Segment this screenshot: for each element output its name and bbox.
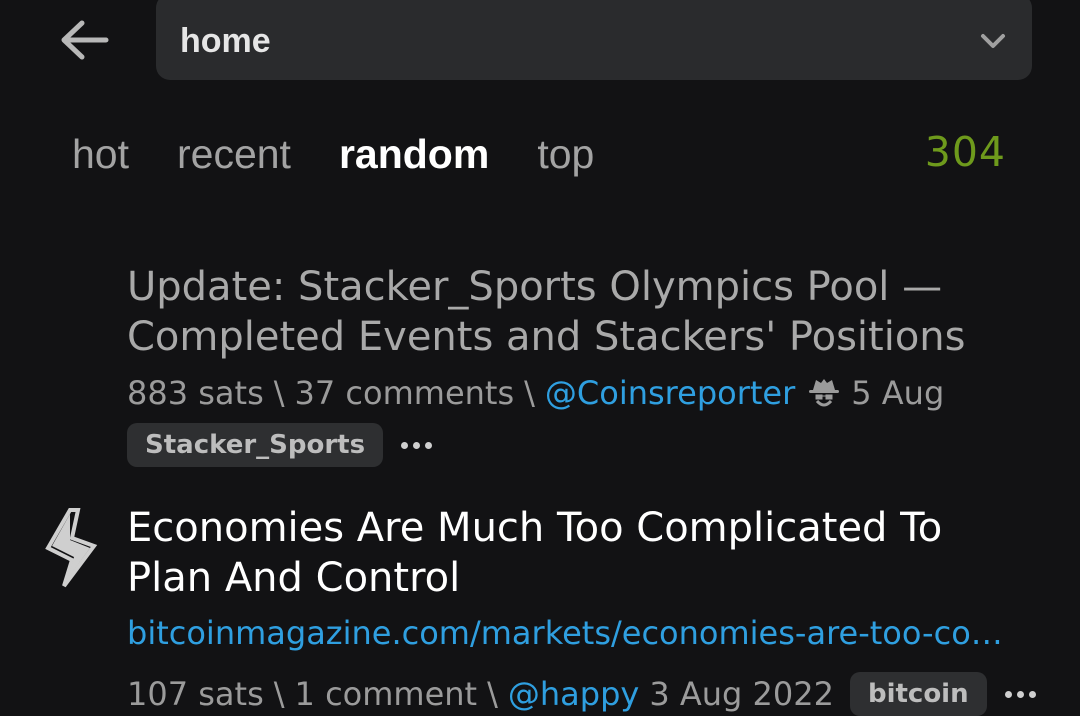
- item-link[interactable]: bitcoinmagazine.com/markets/economies-ar…: [127, 614, 1031, 652]
- arrow-left-icon: [61, 20, 109, 60]
- sats-count: 107 sats: [127, 675, 264, 713]
- tab-random[interactable]: random: [339, 131, 489, 178]
- meta-separator: \: [273, 374, 285, 412]
- item-date: 3 Aug 2022: [649, 675, 834, 713]
- sub-tag[interactable]: Stacker_Sports: [127, 423, 384, 467]
- item-meta: 107 sats \ 1 comment \ @happy 3 Aug 2022…: [127, 672, 1036, 716]
- meta-separator: \: [487, 675, 498, 713]
- more-options-icon[interactable]: [401, 441, 433, 449]
- comments-link[interactable]: 37 comments: [295, 374, 515, 412]
- item-title[interactable]: Update: Stacker_Sports Olympics Pool — C…: [127, 262, 1027, 362]
- item-count: 304: [924, 128, 1006, 176]
- item-date: 5 Aug: [851, 374, 945, 412]
- back-button[interactable]: [56, 14, 112, 66]
- user-link[interactable]: @Coinsreporter: [545, 374, 795, 412]
- sub-select-value: home: [180, 21, 271, 60]
- sats-count: 883 sats: [127, 374, 264, 412]
- sub-tag[interactable]: bitcoin: [849, 672, 987, 716]
- meta-separator: \: [524, 374, 535, 412]
- chevron-down-icon: [978, 26, 1008, 56]
- item-title[interactable]: Economies Are Much Too Complicated To Pl…: [127, 503, 1027, 603]
- tab-top[interactable]: top: [537, 131, 594, 178]
- item-meta: 883 sats \ 37 comments \ @Coinsreporter …: [127, 374, 944, 412]
- user-link[interactable]: @happy: [508, 675, 639, 713]
- lightning-bolt-icon[interactable]: [44, 508, 102, 590]
- hat-icon: [807, 376, 841, 410]
- more-options-icon[interactable]: [1004, 690, 1036, 698]
- comments-link[interactable]: 1 comment: [295, 675, 478, 713]
- meta-separator: \: [273, 675, 285, 713]
- tab-recent[interactable]: recent: [177, 131, 291, 178]
- sort-tabs: hot recent random top: [72, 126, 642, 182]
- tab-hot[interactable]: hot: [72, 131, 129, 178]
- sub-select-dropdown[interactable]: home: [156, 0, 1032, 80]
- item-tags: Stacker_Sports: [127, 423, 433, 467]
